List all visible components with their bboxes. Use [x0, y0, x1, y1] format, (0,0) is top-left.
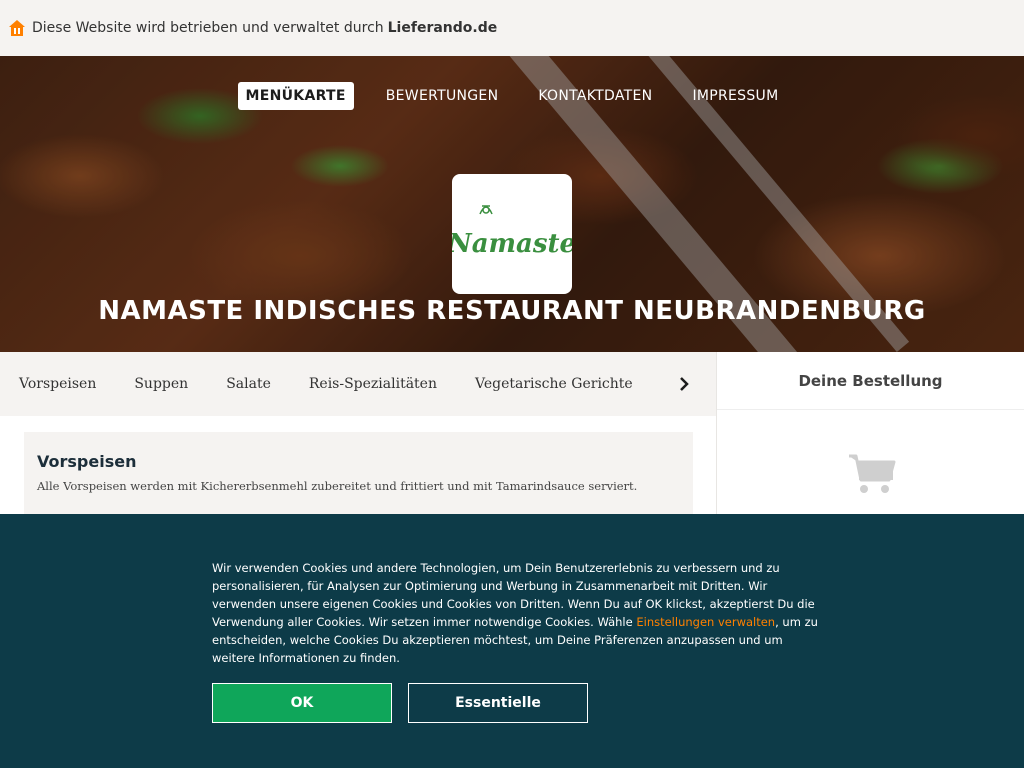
section-title: Vorspeisen [37, 452, 137, 471]
chevron-right-icon[interactable] [676, 374, 692, 394]
main-nav: MENÜKARTE BEWERTUNGEN KONTAKTDATEN IMPRE… [0, 82, 1024, 110]
restaurant-logo: Namaste [452, 174, 572, 294]
hosting-text: Diese Website wird betrieben und verwalt… [32, 20, 384, 36]
essential-button[interactable]: Essentielle [408, 683, 588, 723]
category-vegetarisch[interactable]: Vegetarische Gerichte [475, 376, 633, 392]
hosting-banner: Diese Website wird betrieben und verwalt… [0, 0, 1024, 56]
order-title: Deine Bestellung [717, 352, 1024, 410]
cookie-text: Wir verwenden Cookies und andere Technol… [212, 559, 822, 667]
manage-settings-link[interactable]: Einstellungen verwalten [636, 615, 775, 629]
hero-banner: MENÜKARTE BEWERTUNGEN KONTAKTDATEN IMPRE… [0, 56, 1024, 352]
category-vorspeisen[interactable]: Vorspeisen [19, 376, 96, 392]
nav-imprint[interactable]: IMPRESSUM [684, 82, 786, 110]
category-suppen[interactable]: Suppen [134, 376, 188, 392]
category-reis[interactable]: Reis-Spezialitäten [309, 376, 437, 392]
section-description: Alle Vorspeisen werden mit Kichererbsenm… [37, 479, 638, 493]
nav-contact[interactable]: KONTAKTDATEN [530, 82, 660, 110]
logo-text: Namaste [452, 229, 572, 259]
ok-button[interactable]: OK [212, 683, 392, 723]
restaurant-title: NAMASTE INDISCHES RESTAURANT NEUBRANDENB… [98, 296, 926, 326]
nav-menu[interactable]: MENÜKARTE [237, 82, 354, 110]
category-salate[interactable]: Salate [226, 376, 271, 392]
namaste-logo: Namaste [452, 205, 572, 259]
category-bar: Vorspeisen Suppen Salate Reis-Spezialitä… [0, 352, 716, 416]
home-icon [9, 20, 25, 36]
lieferando-link[interactable]: Lieferando.de [388, 20, 498, 36]
cart-icon [849, 454, 896, 493]
category-list: Vorspeisen Suppen Salate Reis-Spezialitä… [0, 376, 654, 392]
cookie-banner: Wir verwenden Cookies und andere Technol… [0, 514, 1024, 768]
nav-reviews[interactable]: BEWERTUNGEN [378, 82, 507, 110]
